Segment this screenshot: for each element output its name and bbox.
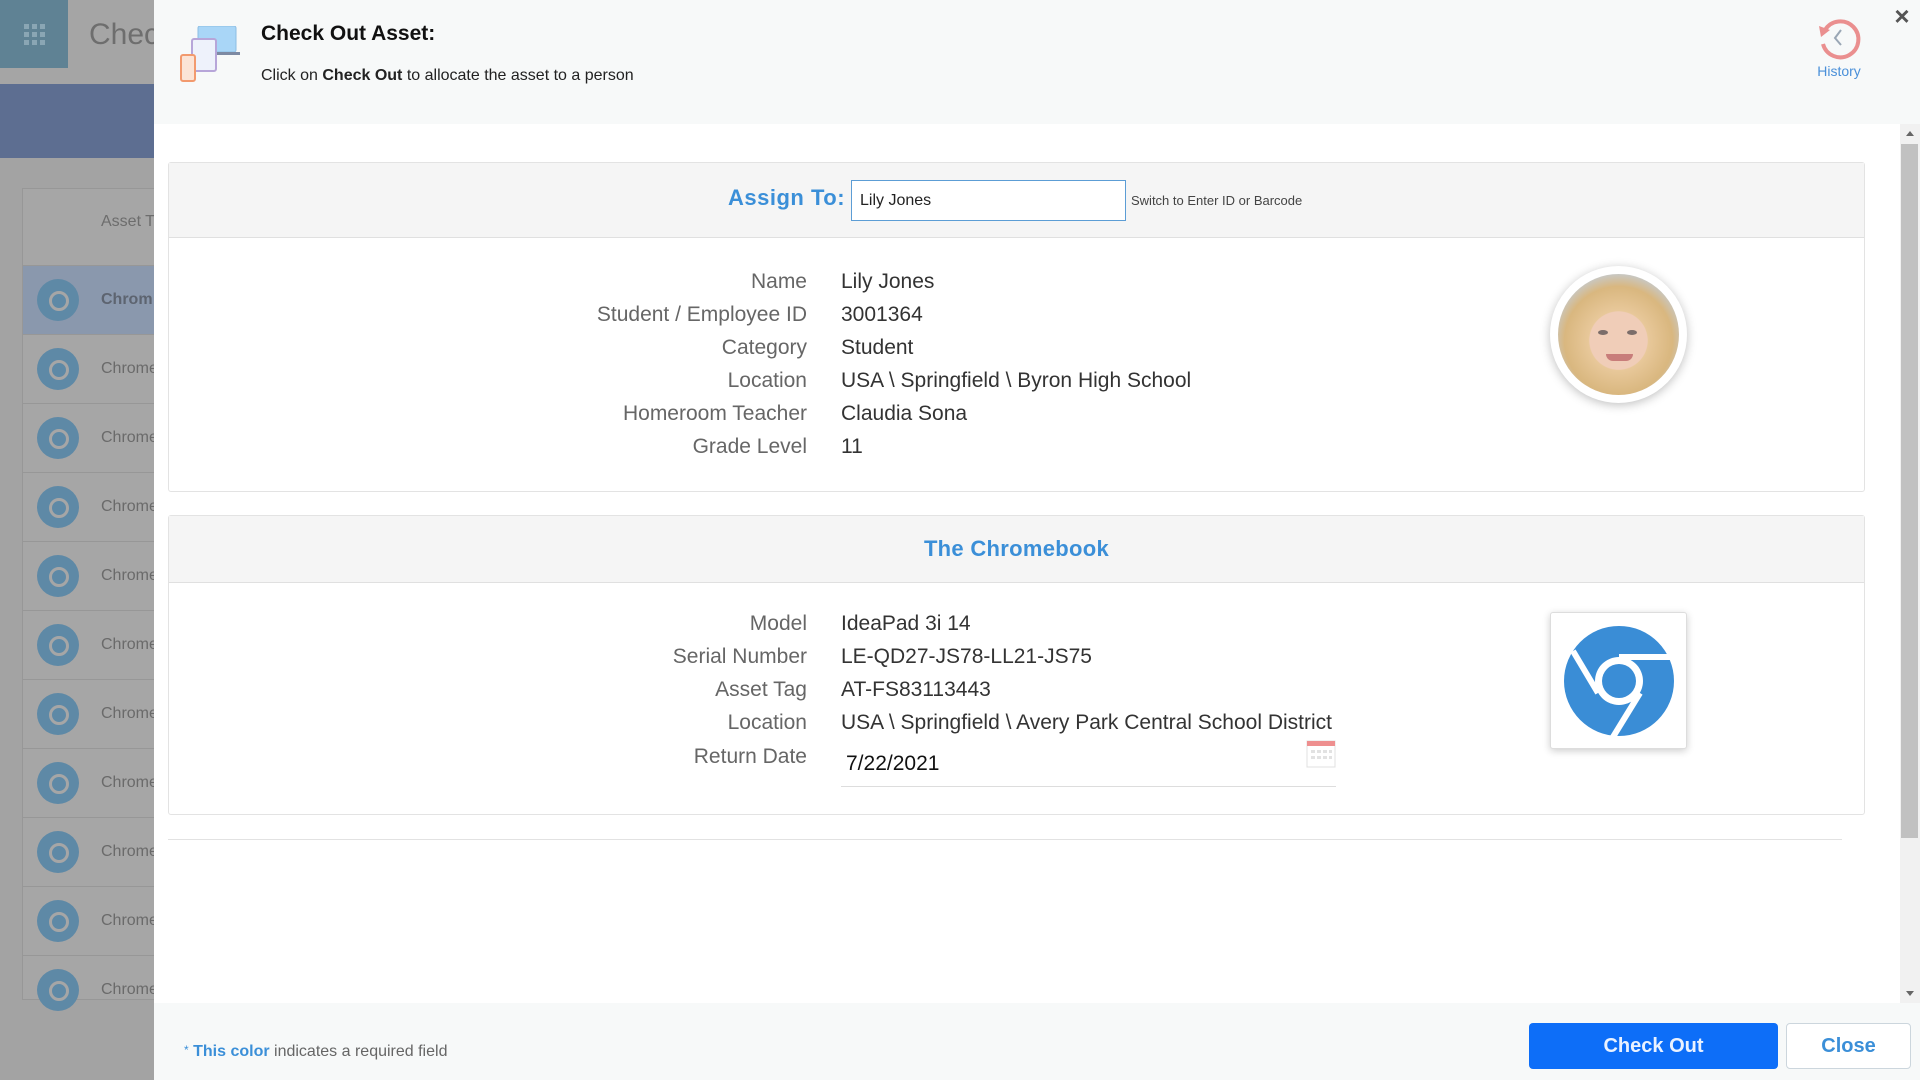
field-label: Serial Number <box>672 645 807 668</box>
background-row-label: Chrome <box>101 774 158 791</box>
asset-field-row: Location USA \ Springfield \ Avery Park C… <box>169 711 1369 744</box>
field-label: Category <box>721 336 807 359</box>
subtitle-bold: Check Out <box>322 67 403 84</box>
divider <box>168 839 1842 840</box>
required-field-note: * This color indicates a required field <box>184 1043 447 1061</box>
chromium-icon <box>37 831 79 873</box>
person-field-row: Category Student <box>169 336 1369 369</box>
field-value: IdeaPad 3i 14 <box>841 612 971 635</box>
background-row-label: Chrome <box>101 498 158 515</box>
field-value: 11 <box>841 435 863 458</box>
modal-body: Assign To: Switch to Enter ID or Barcode… <box>154 124 1900 1003</box>
apps-grid-button <box>0 0 68 68</box>
calendar-icon[interactable] <box>1306 738 1336 768</box>
person-avatar <box>1550 266 1687 403</box>
field-label: Name <box>750 270 807 293</box>
field-value: AT-FS83113443 <box>841 678 991 701</box>
field-value: Student <box>841 336 914 359</box>
subtitle-prefix: Click on <box>261 67 323 84</box>
chromium-icon <box>37 417 79 459</box>
devices-icon <box>180 26 240 82</box>
modal-footer: * This color indicates a required field … <box>154 1003 1920 1080</box>
return-date-label: Return Date <box>693 745 807 768</box>
check-out-asset-modal: Check Out Asset: Click on Check Out to a… <box>154 0 1920 1080</box>
asset-field-row: Model IdeaPad 3i 14 <box>169 612 1369 645</box>
check-out-button[interactable]: Check Out <box>1529 1023 1778 1069</box>
grid-icon <box>23 23 45 45</box>
background-row-label: Chrome <box>101 705 158 722</box>
background-row-label: Chrome <box>101 429 158 446</box>
asset-image <box>1550 612 1687 749</box>
background-row-label: Chrome <box>101 360 158 377</box>
field-value: Claudia Sona <box>841 402 968 425</box>
chromium-icon <box>37 486 79 528</box>
person-field-row: Location USA \ Springfield \ Byron High S… <box>169 369 1369 402</box>
person-field-row: Grade Level 11 <box>169 435 1369 468</box>
modal-scrollbar[interactable] <box>1900 124 1920 1003</box>
field-label: Homeroom Teacher <box>622 402 807 425</box>
avatar-photo <box>1558 274 1679 395</box>
asset-section-title: The Chromebook <box>923 536 1110 561</box>
modal-title: Check Out Asset: <box>261 22 436 45</box>
field-label: Location <box>727 711 807 734</box>
background-row-label: Chrom <box>101 291 153 308</box>
chromium-icon <box>37 693 79 735</box>
asset-field-row: Asset Tag AT-FS83113443 <box>169 678 1369 711</box>
assign-header: Assign To: Switch to Enter ID or Barcode <box>169 163 1864 238</box>
close-icon[interactable]: × <box>1888 2 1916 30</box>
field-label: Grade Level <box>692 435 807 458</box>
background-row-label: Chrome <box>101 981 158 998</box>
return-date-field[interactable]: 7/22/2021 <box>841 740 1336 787</box>
return-date-row: Return Date 7/22/2021 <box>169 740 1369 787</box>
history-icon <box>1819 19 1861 60</box>
field-value: Lily Jones <box>841 270 935 293</box>
person-field-row: Student / Employee ID 3001364 <box>169 303 1369 336</box>
asset-section: The Chromebook Model IdeaPad 3i 14 Serial … <box>168 515 1865 815</box>
chromium-icon <box>37 762 79 804</box>
switch-to-id-barcode-link[interactable]: Switch to Enter ID or Barcode <box>1131 193 1302 208</box>
history-button[interactable]: History <box>1804 18 1874 82</box>
field-label: Asset Tag <box>715 678 807 701</box>
assign-to-label: Assign To: <box>728 185 846 210</box>
modal-subtitle: Click on Check Out to allocate the asset… <box>261 67 634 85</box>
scroll-thumb[interactable] <box>1901 144 1918 838</box>
field-value: LE-QD27-JS78-LL21-JS75 <box>841 645 1092 668</box>
return-date-value[interactable]: 7/22/2021 <box>846 752 939 776</box>
chromium-icon <box>37 348 79 390</box>
assign-section: Assign To: Switch to Enter ID or Barcode… <box>168 162 1865 492</box>
person-field-row: Homeroom Teacher Claudia Sona <box>169 402 1369 435</box>
required-note-text: indicates a required field <box>269 1043 448 1060</box>
modal-header: Check Out Asset: Click on Check Out to a… <box>154 0 1920 124</box>
scroll-down-arrow-icon[interactable] <box>1900 985 1920 1003</box>
background-app-title: Chec <box>89 18 160 51</box>
chromium-icon <box>37 555 79 597</box>
subtitle-suffix: to allocate the asset to a person <box>402 67 634 84</box>
chromium-icon <box>1563 625 1674 737</box>
background-row-label: Chrome <box>101 636 158 653</box>
scroll-up-arrow-icon[interactable] <box>1900 124 1920 142</box>
field-label: Model <box>749 612 807 635</box>
required-star: * <box>184 1043 189 1057</box>
chromium-icon <box>37 969 79 1011</box>
close-button[interactable]: Close <box>1786 1023 1911 1069</box>
field-value: 3001364 <box>841 303 923 326</box>
field-label: Student / Employee ID <box>596 303 807 326</box>
asset-header: The Chromebook <box>169 516 1864 583</box>
background-row-label: Chrome <box>101 843 158 860</box>
assign-to-input[interactable] <box>851 180 1126 221</box>
field-value: USA \ Springfield \ Byron High School <box>841 369 1192 392</box>
chromium-icon <box>37 624 79 666</box>
background-row-label: Chrome <box>101 567 158 584</box>
history-label: History <box>1817 63 1861 79</box>
chromium-icon <box>37 900 79 942</box>
background-row-label: Chrome <box>101 912 158 929</box>
required-color-sample: This color <box>193 1043 270 1060</box>
asset-field-row: Serial Number LE-QD27-JS78-LL21-JS75 <box>169 645 1369 678</box>
chromium-icon <box>37 279 79 321</box>
person-field-row: Name Lily Jones <box>169 270 1369 303</box>
field-label: Location <box>727 369 807 392</box>
field-value: USA \ Springfield \ Avery Park Central S… <box>841 711 1332 734</box>
